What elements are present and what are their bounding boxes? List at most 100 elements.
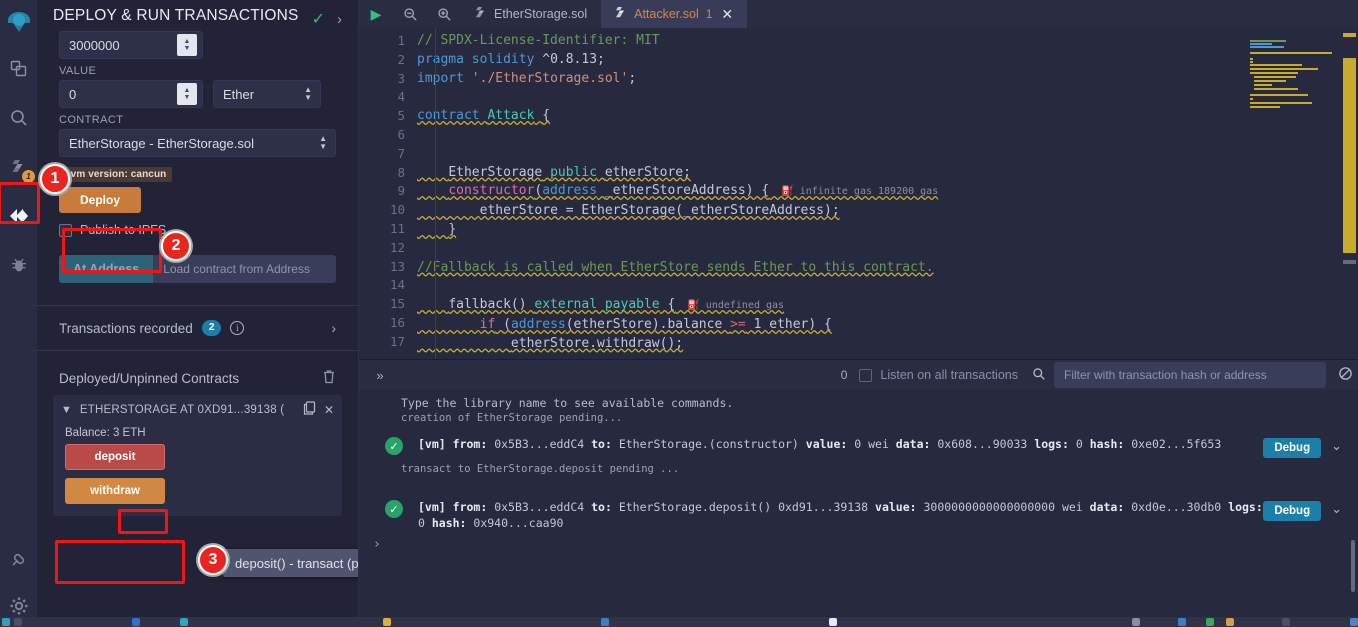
- remix-logo-icon[interactable]: [0, 4, 37, 44]
- deposit-function-button[interactable]: deposit: [65, 444, 165, 470]
- deploy-button[interactable]: Deploy: [59, 187, 141, 213]
- code-line[interactable]: //Fallback is called when EtherStore sen…: [417, 259, 1358, 278]
- editor-code-area[interactable]: // SPDX-License-Identifier: MIT pragma so…: [417, 28, 1358, 359]
- clear-terminal-icon[interactable]: [1336, 366, 1354, 384]
- taskbar-item[interactable]: [14, 618, 22, 626]
- tab-etherstorage-sol[interactable]: EtherStorage.sol: [461, 0, 601, 28]
- code-line[interactable]: pragma solidity ^0.8.13;: [417, 51, 1358, 70]
- code-line[interactable]: fallback() external payable { ⛽ undefine…: [417, 296, 1358, 316]
- taskbar-item[interactable]: [601, 618, 609, 626]
- value-amount: 0: [69, 86, 77, 102]
- plugin-manager-icon[interactable]: [0, 536, 37, 585]
- line-number: 8: [397, 164, 405, 180]
- taskbar-item[interactable]: [2, 618, 10, 626]
- debug-button[interactable]: Debug: [1263, 438, 1322, 458]
- taskbar-item[interactable]: [829, 618, 837, 626]
- taskbar-item[interactable]: [1282, 618, 1290, 626]
- code-line[interactable]: EtherStorage public etherStore;: [417, 164, 1358, 183]
- code-line[interactable]: }: [417, 221, 1358, 240]
- code-line[interactable]: constructor(address _etherStoreAddress) …: [417, 182, 1358, 202]
- zoom-in-icon[interactable]: [427, 0, 461, 28]
- listen-all-transactions-checkbox[interactable]: [859, 368, 873, 382]
- transaction-filter-input[interactable]: Filter with transaction hash or address: [1054, 362, 1326, 388]
- chevron-right-icon[interactable]: ›: [331, 320, 336, 336]
- chevron-down-icon[interactable]: ▼: [61, 404, 72, 416]
- chevron-down-icon[interactable]: ⌄: [1331, 438, 1342, 454]
- contract-card-header[interactable]: ▼ ETHERSTORAGE AT 0XD91...39138 ( ✕: [61, 401, 334, 418]
- code-line[interactable]: [417, 277, 1358, 296]
- search-icon[interactable]: [0, 93, 37, 142]
- gas-limit-value: 3000000: [69, 37, 120, 53]
- copy-icon[interactable]: [303, 401, 316, 418]
- debugger-bug-icon[interactable]: [0, 240, 37, 289]
- value-input[interactable]: 0 ▲ ▼: [59, 80, 203, 108]
- debug-button[interactable]: Debug: [1263, 501, 1322, 521]
- code-line[interactable]: // SPDX-License-Identifier: MIT: [417, 32, 1358, 51]
- trash-icon[interactable]: [322, 369, 336, 387]
- taskbar-item[interactable]: [1350, 618, 1358, 626]
- tab-label: Attacker.sol: [634, 7, 699, 21]
- taskbar-item[interactable]: [1226, 618, 1234, 626]
- code-line[interactable]: contract Attack {: [417, 107, 1358, 126]
- editor-scrollbar-thumb[interactable]: [1343, 260, 1356, 264]
- taskbar-item[interactable]: [132, 618, 140, 626]
- contract-select[interactable]: EtherStorage - EtherStorage.sol ▲ ▼: [59, 129, 336, 157]
- terminal-toolbar: » 0 Listen on all transactions Filter wi…: [359, 360, 1358, 390]
- deploy-run-transactions-icon[interactable]: [0, 191, 37, 240]
- taskbar-item[interactable]: [1206, 618, 1214, 626]
- code-line[interactable]: [417, 88, 1358, 107]
- withdraw-function-button[interactable]: withdraw: [65, 478, 165, 504]
- terminal-scrollbar-thumb[interactable]: [1351, 540, 1355, 592]
- gas-limit-input[interactable]: 3000000 ▲ ▼: [59, 31, 203, 59]
- editor-overview-ruler[interactable]: [1340, 28, 1358, 359]
- info-icon[interactable]: i: [230, 321, 245, 335]
- publish-ipfs-checkbox[interactable]: [59, 223, 72, 237]
- file-explorer-icon[interactable]: [0, 44, 37, 93]
- value-unit-select[interactable]: Ether ▲ ▼: [213, 80, 321, 108]
- zoom-out-icon[interactable]: [393, 0, 427, 28]
- transaction-row[interactable]: ✓ [vm] from: 0x5B3...eddC4 to: EtherStor…: [359, 477, 1358, 531]
- gas-limit-stepper[interactable]: ▲ ▼: [177, 34, 197, 56]
- chevron-down-icon[interactable]: ⌄: [1331, 501, 1342, 517]
- line-number: 6: [397, 126, 405, 142]
- code-line[interactable]: [417, 126, 1358, 145]
- publish-ipfs-row[interactable]: Publish to IPFS: [59, 223, 336, 237]
- close-icon[interactable]: ✕: [324, 403, 334, 417]
- value-stepper[interactable]: ▲ ▼: [177, 83, 197, 105]
- search-icon[interactable]: [1032, 367, 1046, 384]
- code-editor[interactable]: 1 2 3 4 5 6 7 8 9 10 11 12 13 14 15 16 17 // SPDX-Licens…: [359, 28, 1358, 359]
- line-number: 3: [397, 70, 405, 86]
- panel-header-actions: ✓ ›: [312, 6, 342, 29]
- terminal-prompt[interactable]: ›: [359, 531, 1358, 552]
- taskbar-item[interactable]: [180, 618, 188, 626]
- line-number: 5: [397, 108, 405, 124]
- code-line[interactable]: [417, 145, 1358, 164]
- code-line[interactable]: import './EtherStorage.sol';: [417, 70, 1358, 89]
- check-icon[interactable]: ✓: [312, 9, 325, 29]
- os-taskbar[interactable]: [0, 617, 1358, 627]
- terminal-output[interactable]: Type the library name to see available c…: [359, 390, 1358, 627]
- transactions-recorded-row[interactable]: Transactions recorded 2 i ›: [37, 306, 358, 351]
- chevron-updown-icon: ▲ ▼: [319, 134, 327, 151]
- run-script-icon[interactable]: ▶: [359, 0, 393, 28]
- taskbar-item[interactable]: [383, 618, 391, 626]
- line-number: 12: [389, 239, 405, 255]
- code-line[interactable]: [417, 240, 1358, 259]
- code-line[interactable]: etherStore.withdraw();: [417, 335, 1358, 354]
- line-number: 4: [397, 89, 405, 105]
- line-number: 10: [389, 202, 405, 218]
- tab-attacker-sol[interactable]: Attacker.sol 1 ✕: [601, 0, 748, 28]
- terminal-expand-icon[interactable]: »: [367, 368, 393, 383]
- code-line[interactable]: etherStore = EtherStorage(_etherStoreAdd…: [417, 202, 1358, 221]
- taskbar-item[interactable]: [1132, 618, 1140, 626]
- tab-close-icon[interactable]: ✕: [721, 6, 733, 23]
- solidity-compiler-icon[interactable]: 1: [0, 142, 37, 191]
- taskbar-item[interactable]: [1178, 618, 1186, 626]
- at-address-button[interactable]: At Address: [59, 255, 154, 283]
- at-address-input[interactable]: Load contract from Address: [153, 255, 336, 283]
- chevron-right-icon[interactable]: ›: [337, 11, 342, 28]
- remix-ide-window: 1 DEPLOY & RUN TRANSACTIONS ✓ › 3000000 …: [0, 0, 1358, 627]
- code-line[interactable]: if (address(etherStore).balance >= 1 eth…: [417, 316, 1358, 335]
- line-number: 14: [389, 277, 405, 293]
- transaction-row[interactable]: ✓ [vm] from: 0x5B3...eddC4 to: EtherStor…: [359, 426, 1358, 458]
